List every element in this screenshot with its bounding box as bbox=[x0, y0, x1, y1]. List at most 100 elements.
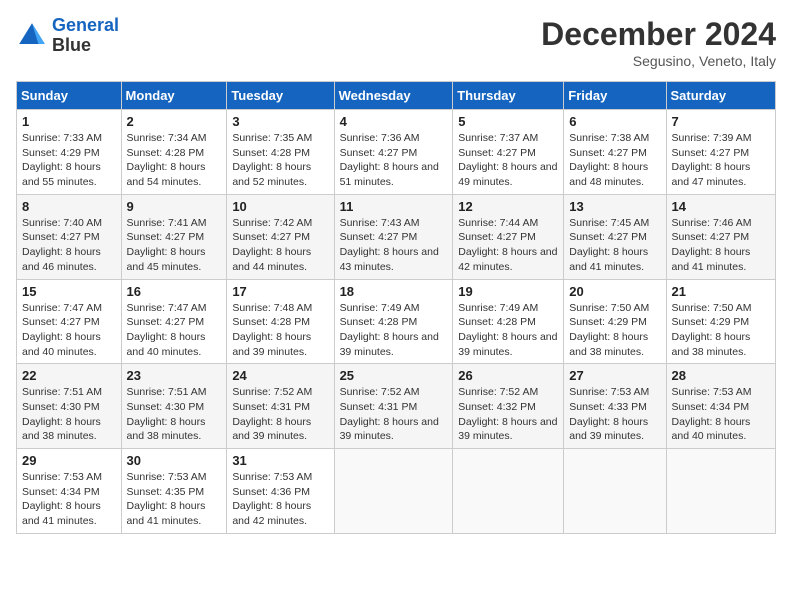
calendar-week-4: 22 Sunrise: 7:51 AMSunset: 4:30 PMDaylig… bbox=[17, 364, 776, 449]
calendar-cell: 21 Sunrise: 7:50 AMSunset: 4:29 PMDaylig… bbox=[666, 279, 775, 364]
day-number: 25 bbox=[340, 368, 448, 383]
day-number: 28 bbox=[672, 368, 770, 383]
day-info: Sunrise: 7:53 AMSunset: 4:36 PMDaylight:… bbox=[232, 470, 328, 529]
calendar-cell: 14 Sunrise: 7:46 AMSunset: 4:27 PMDaylig… bbox=[666, 194, 775, 279]
calendar-cell: 29 Sunrise: 7:53 AMSunset: 4:34 PMDaylig… bbox=[17, 449, 122, 534]
day-number: 30 bbox=[127, 453, 222, 468]
day-number: 26 bbox=[458, 368, 558, 383]
day-number: 29 bbox=[22, 453, 116, 468]
day-info: Sunrise: 7:47 AMSunset: 4:27 PMDaylight:… bbox=[127, 301, 222, 360]
calendar-cell: 6 Sunrise: 7:38 AMSunset: 4:27 PMDayligh… bbox=[564, 110, 666, 195]
day-info: Sunrise: 7:43 AMSunset: 4:27 PMDaylight:… bbox=[340, 216, 448, 275]
day-number: 9 bbox=[127, 199, 222, 214]
calendar-cell: 24 Sunrise: 7:52 AMSunset: 4:31 PMDaylig… bbox=[227, 364, 334, 449]
logo-icon bbox=[16, 20, 48, 52]
calendar-cell: 3 Sunrise: 7:35 AMSunset: 4:28 PMDayligh… bbox=[227, 110, 334, 195]
calendar-cell: 10 Sunrise: 7:42 AMSunset: 4:27 PMDaylig… bbox=[227, 194, 334, 279]
calendar-cell: 5 Sunrise: 7:37 AMSunset: 4:27 PMDayligh… bbox=[453, 110, 564, 195]
calendar-cell: 11 Sunrise: 7:43 AMSunset: 4:27 PMDaylig… bbox=[334, 194, 453, 279]
day-number: 22 bbox=[22, 368, 116, 383]
page-header: General Blue December 2024 Segusino, Ven… bbox=[16, 16, 776, 69]
calendar-week-5: 29 Sunrise: 7:53 AMSunset: 4:34 PMDaylig… bbox=[17, 449, 776, 534]
day-number: 2 bbox=[127, 114, 222, 129]
day-info: Sunrise: 7:51 AMSunset: 4:30 PMDaylight:… bbox=[127, 385, 222, 444]
day-info: Sunrise: 7:39 AMSunset: 4:27 PMDaylight:… bbox=[672, 131, 770, 190]
day-info: Sunrise: 7:53 AMSunset: 4:34 PMDaylight:… bbox=[672, 385, 770, 444]
calendar-cell: 15 Sunrise: 7:47 AMSunset: 4:27 PMDaylig… bbox=[17, 279, 122, 364]
calendar-cell: 22 Sunrise: 7:51 AMSunset: 4:30 PMDaylig… bbox=[17, 364, 122, 449]
day-number: 18 bbox=[340, 284, 448, 299]
day-info: Sunrise: 7:51 AMSunset: 4:30 PMDaylight:… bbox=[22, 385, 116, 444]
location-subtitle: Segusino, Veneto, Italy bbox=[541, 53, 776, 69]
calendar-cell: 2 Sunrise: 7:34 AMSunset: 4:28 PMDayligh… bbox=[121, 110, 227, 195]
calendar-cell: 20 Sunrise: 7:50 AMSunset: 4:29 PMDaylig… bbox=[564, 279, 666, 364]
day-number: 12 bbox=[458, 199, 558, 214]
weekday-wednesday: Wednesday bbox=[334, 82, 453, 110]
title-block: December 2024 Segusino, Veneto, Italy bbox=[541, 16, 776, 69]
day-number: 19 bbox=[458, 284, 558, 299]
day-number: 7 bbox=[672, 114, 770, 129]
day-number: 11 bbox=[340, 199, 448, 214]
day-info: Sunrise: 7:53 AMSunset: 4:35 PMDaylight:… bbox=[127, 470, 222, 529]
day-number: 27 bbox=[569, 368, 660, 383]
calendar-week-2: 8 Sunrise: 7:40 AMSunset: 4:27 PMDayligh… bbox=[17, 194, 776, 279]
calendar-cell: 7 Sunrise: 7:39 AMSunset: 4:27 PMDayligh… bbox=[666, 110, 775, 195]
day-number: 15 bbox=[22, 284, 116, 299]
calendar-cell: 17 Sunrise: 7:48 AMSunset: 4:28 PMDaylig… bbox=[227, 279, 334, 364]
day-info: Sunrise: 7:52 AMSunset: 4:31 PMDaylight:… bbox=[232, 385, 328, 444]
calendar-cell: 16 Sunrise: 7:47 AMSunset: 4:27 PMDaylig… bbox=[121, 279, 227, 364]
weekday-friday: Friday bbox=[564, 82, 666, 110]
day-number: 31 bbox=[232, 453, 328, 468]
weekday-sunday: Sunday bbox=[17, 82, 122, 110]
day-number: 4 bbox=[340, 114, 448, 129]
calendar-cell: 28 Sunrise: 7:53 AMSunset: 4:34 PMDaylig… bbox=[666, 364, 775, 449]
day-number: 21 bbox=[672, 284, 770, 299]
logo: General Blue bbox=[16, 16, 119, 56]
day-number: 17 bbox=[232, 284, 328, 299]
day-info: Sunrise: 7:50 AMSunset: 4:29 PMDaylight:… bbox=[672, 301, 770, 360]
day-number: 23 bbox=[127, 368, 222, 383]
day-number: 10 bbox=[232, 199, 328, 214]
day-number: 8 bbox=[22, 199, 116, 214]
day-info: Sunrise: 7:49 AMSunset: 4:28 PMDaylight:… bbox=[340, 301, 448, 360]
day-info: Sunrise: 7:53 AMSunset: 4:34 PMDaylight:… bbox=[22, 470, 116, 529]
day-info: Sunrise: 7:34 AMSunset: 4:28 PMDaylight:… bbox=[127, 131, 222, 190]
day-info: Sunrise: 7:40 AMSunset: 4:27 PMDaylight:… bbox=[22, 216, 116, 275]
day-info: Sunrise: 7:37 AMSunset: 4:27 PMDaylight:… bbox=[458, 131, 558, 190]
calendar-cell: 26 Sunrise: 7:52 AMSunset: 4:32 PMDaylig… bbox=[453, 364, 564, 449]
day-info: Sunrise: 7:53 AMSunset: 4:33 PMDaylight:… bbox=[569, 385, 660, 444]
calendar-cell: 19 Sunrise: 7:49 AMSunset: 4:28 PMDaylig… bbox=[453, 279, 564, 364]
calendar-cell: 23 Sunrise: 7:51 AMSunset: 4:30 PMDaylig… bbox=[121, 364, 227, 449]
day-info: Sunrise: 7:38 AMSunset: 4:27 PMDaylight:… bbox=[569, 131, 660, 190]
calendar-cell: 31 Sunrise: 7:53 AMSunset: 4:36 PMDaylig… bbox=[227, 449, 334, 534]
calendar-cell: 1 Sunrise: 7:33 AMSunset: 4:29 PMDayligh… bbox=[17, 110, 122, 195]
day-info: Sunrise: 7:50 AMSunset: 4:29 PMDaylight:… bbox=[569, 301, 660, 360]
day-number: 16 bbox=[127, 284, 222, 299]
calendar-cell: 9 Sunrise: 7:41 AMSunset: 4:27 PMDayligh… bbox=[121, 194, 227, 279]
day-number: 3 bbox=[232, 114, 328, 129]
calendar-week-3: 15 Sunrise: 7:47 AMSunset: 4:27 PMDaylig… bbox=[17, 279, 776, 364]
day-info: Sunrise: 7:48 AMSunset: 4:28 PMDaylight:… bbox=[232, 301, 328, 360]
day-info: Sunrise: 7:42 AMSunset: 4:27 PMDaylight:… bbox=[232, 216, 328, 275]
month-title: December 2024 bbox=[541, 16, 776, 53]
calendar-cell bbox=[666, 449, 775, 534]
calendar-cell: 8 Sunrise: 7:40 AMSunset: 4:27 PMDayligh… bbox=[17, 194, 122, 279]
day-info: Sunrise: 7:49 AMSunset: 4:28 PMDaylight:… bbox=[458, 301, 558, 360]
day-info: Sunrise: 7:33 AMSunset: 4:29 PMDaylight:… bbox=[22, 131, 116, 190]
day-info: Sunrise: 7:52 AMSunset: 4:32 PMDaylight:… bbox=[458, 385, 558, 444]
day-info: Sunrise: 7:36 AMSunset: 4:27 PMDaylight:… bbox=[340, 131, 448, 190]
day-info: Sunrise: 7:52 AMSunset: 4:31 PMDaylight:… bbox=[340, 385, 448, 444]
calendar-table: SundayMondayTuesdayWednesdayThursdayFrid… bbox=[16, 81, 776, 534]
day-number: 20 bbox=[569, 284, 660, 299]
calendar-cell: 25 Sunrise: 7:52 AMSunset: 4:31 PMDaylig… bbox=[334, 364, 453, 449]
logo-text: General Blue bbox=[52, 16, 119, 56]
weekday-monday: Monday bbox=[121, 82, 227, 110]
calendar-cell bbox=[334, 449, 453, 534]
weekday-tuesday: Tuesday bbox=[227, 82, 334, 110]
day-number: 14 bbox=[672, 199, 770, 214]
day-number: 24 bbox=[232, 368, 328, 383]
day-info: Sunrise: 7:45 AMSunset: 4:27 PMDaylight:… bbox=[569, 216, 660, 275]
calendar-cell: 18 Sunrise: 7:49 AMSunset: 4:28 PMDaylig… bbox=[334, 279, 453, 364]
day-info: Sunrise: 7:41 AMSunset: 4:27 PMDaylight:… bbox=[127, 216, 222, 275]
calendar-cell: 27 Sunrise: 7:53 AMSunset: 4:33 PMDaylig… bbox=[564, 364, 666, 449]
